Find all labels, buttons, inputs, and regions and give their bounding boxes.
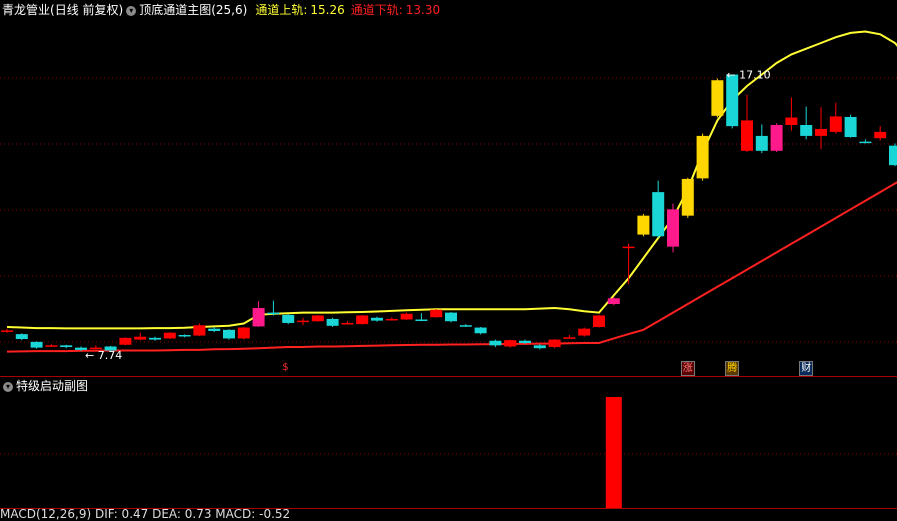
candle-body — [163, 332, 176, 339]
candle-body — [578, 328, 591, 336]
candle-body — [356, 315, 369, 325]
candle-body — [119, 337, 132, 345]
candle-body — [430, 309, 443, 318]
sub-panel-header: ▾ 特级启动副图 — [0, 376, 88, 396]
candle-body — [785, 117, 798, 125]
candle-body — [548, 339, 561, 348]
candle-body — [815, 129, 827, 136]
candle-body — [711, 80, 724, 116]
lower-channel-line — [6, 181, 897, 353]
candle-body — [252, 308, 265, 327]
stock-name: 青龙管业 — [2, 3, 51, 17]
macd-panel-header: MACD(12,26,9) DIF: 0.47 DEA: 0.73 MACD: … — [0, 507, 290, 521]
kline-chart[interactable]: ← 17.10 ← 7.74 — [0, 0, 897, 517]
candle-body — [149, 337, 161, 340]
candle-body — [371, 317, 383, 321]
candle-body — [311, 315, 324, 322]
candle-body — [622, 246, 635, 249]
candle-body — [208, 328, 221, 331]
candle-body — [489, 340, 502, 346]
candle-body — [874, 131, 887, 139]
candle-body — [681, 178, 694, 216]
candle-body — [193, 325, 206, 336]
candle-body — [696, 135, 709, 179]
signal-marker: 涨 — [680, 361, 695, 376]
candle-body — [178, 335, 191, 337]
candle-body — [593, 315, 605, 327]
candle-body — [889, 145, 897, 166]
candle-body — [134, 336, 147, 340]
upper-channel-value: 15.26 — [310, 3, 345, 17]
candle-body — [385, 318, 398, 321]
indicator-dropdown-icon[interactable]: ▾ — [126, 5, 137, 16]
candle-body — [223, 329, 235, 339]
signal-marker: 腾 — [725, 361, 740, 376]
sub-panel-title[interactable]: 特级启动副图 — [16, 379, 88, 393]
macd-panel-text: MACD(12,26,9) DIF: 0.47 DEA: 0.73 MACD: … — [0, 507, 291, 521]
candle-body — [741, 120, 753, 151]
candle-body — [533, 345, 546, 349]
candle-body — [326, 318, 339, 326]
candle-body — [459, 325, 472, 327]
candle-body — [341, 322, 354, 325]
candle-body — [519, 340, 531, 344]
candle-body — [30, 341, 43, 348]
high-price-annotation: ← 17.10 — [726, 69, 770, 82]
candle-body — [282, 314, 295, 323]
period-label: (日线 前复权) — [50, 3, 124, 17]
candle-body — [770, 125, 783, 151]
signal-bar — [605, 397, 622, 508]
main-header: 青龙管业(日线 前复权) ▾ 顶底通道主图(25,6) 通道上轨: 15.26 通道下轨:… — [0, 0, 897, 20]
upper-channel-label: 通道上轨: — [255, 3, 308, 17]
candle-body — [267, 312, 280, 315]
low-price-annotation: ← 7.74 — [85, 349, 122, 362]
candle-body — [504, 340, 517, 347]
candle-body — [859, 141, 872, 144]
candle-body — [637, 215, 650, 235]
candle-body — [607, 298, 620, 305]
candle-body — [297, 320, 309, 323]
signal-marker: 财 — [799, 361, 814, 376]
candle-body — [844, 116, 857, 138]
candle-body — [563, 337, 576, 339]
candle-body — [15, 334, 28, 340]
candle-body — [45, 345, 58, 347]
lower-channel-label: 通道下轨: — [350, 3, 403, 17]
candle-body — [755, 135, 768, 151]
signal-marker: $ — [281, 361, 290, 374]
indicator-name[interactable]: 顶底通道主图 — [139, 0, 211, 20]
candle-body — [415, 319, 428, 322]
sub-indicator-dropdown-icon[interactable]: ▾ — [3, 381, 13, 392]
indicator-params: (25,6) — [211, 3, 248, 17]
candle-body — [474, 327, 487, 334]
candle-body — [829, 116, 842, 132]
candle-body — [237, 327, 250, 339]
candle-body — [1, 330, 13, 332]
lower-channel-value: 13.30 — [405, 3, 441, 17]
candle-body — [60, 345, 73, 348]
candle-body — [445, 312, 457, 322]
candle-body — [400, 313, 413, 320]
candle-body — [800, 125, 813, 136]
candle-body — [726, 74, 739, 127]
candle-body — [652, 192, 665, 237]
candle-body — [667, 209, 679, 247]
